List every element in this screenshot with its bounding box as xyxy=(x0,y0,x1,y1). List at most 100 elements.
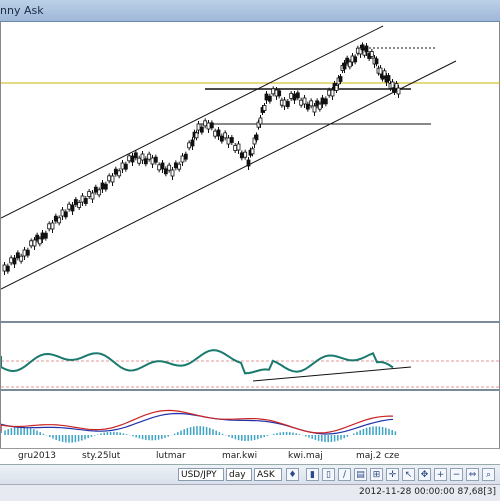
candle-body xyxy=(239,152,244,159)
candle-body xyxy=(100,182,105,190)
candle-body xyxy=(236,143,241,151)
candle-body xyxy=(117,170,122,177)
candle-body xyxy=(167,164,172,171)
candle-body xyxy=(15,252,20,259)
xaxis-label: maj.2 cze xyxy=(356,451,400,461)
candle-body xyxy=(299,99,304,106)
candle-body xyxy=(70,204,75,212)
candle-body xyxy=(103,183,108,190)
panel-separator[interactable] xyxy=(0,321,500,323)
candle-body xyxy=(213,130,218,137)
candle-body xyxy=(262,105,267,111)
candle-body xyxy=(320,97,325,105)
pan-icon[interactable]: ✥ xyxy=(418,468,431,481)
candle-body xyxy=(289,93,294,99)
fit-icon[interactable]: ⇔ xyxy=(466,468,479,481)
candle-body xyxy=(90,192,95,200)
candle-body xyxy=(137,157,142,164)
candle-body xyxy=(285,101,290,107)
candle-body xyxy=(67,203,72,210)
line-icon[interactable]: ∕ xyxy=(338,468,351,481)
candle-body xyxy=(40,232,45,240)
zoom-in-icon[interactable]: + xyxy=(434,468,447,481)
candle-body xyxy=(160,162,165,170)
candle-body xyxy=(258,117,263,125)
candle-body xyxy=(229,137,234,143)
crosshair-icon[interactable]: ✛ xyxy=(386,468,399,481)
candle-body xyxy=(77,202,82,208)
candle-body xyxy=(170,169,175,177)
zoom-icon[interactable]: ⊞ xyxy=(370,468,383,481)
candle-body xyxy=(43,232,48,239)
candle-body xyxy=(163,168,168,175)
candle-body xyxy=(173,162,178,169)
candle-body xyxy=(254,134,259,141)
panel-separator[interactable] xyxy=(0,389,500,391)
bar-icon[interactable]: ▮ xyxy=(306,468,319,481)
candle-body xyxy=(390,81,395,89)
symbol-select[interactable]: USD/JPY xyxy=(178,468,224,481)
candle-body xyxy=(80,195,85,203)
chart-toolbar: USD/JPY day ASK ♦ ▮ ▯ ∕ ▤ ⊞ ✛ ↖ ✥ + − ⇔ … xyxy=(0,464,500,485)
candle-body xyxy=(32,239,37,247)
candle-body xyxy=(22,249,27,257)
candle-body xyxy=(364,45,369,53)
candle-body xyxy=(250,148,255,155)
candle-body xyxy=(110,175,115,183)
candle-body xyxy=(302,97,307,105)
zoom-out-icon[interactable]: − xyxy=(450,468,463,481)
rsi-trend-line xyxy=(252,366,412,382)
price-chart[interactable] xyxy=(0,21,500,467)
candle-body xyxy=(271,88,276,95)
candle-body xyxy=(83,198,88,204)
candle-body xyxy=(60,209,65,217)
candle-body xyxy=(327,89,332,96)
channel-upper-line xyxy=(0,25,384,219)
candle-body xyxy=(347,61,352,68)
candle-body xyxy=(187,142,192,149)
chart-area[interactable] xyxy=(0,21,500,467)
candle-body xyxy=(127,155,132,162)
candle-body xyxy=(147,153,152,160)
xaxis-label: lutmar xyxy=(156,451,186,461)
candle-body xyxy=(233,145,238,151)
price-type-select[interactable]: ASK xyxy=(254,468,282,481)
xaxis-label: sty.25lut xyxy=(82,451,121,461)
candle-body xyxy=(2,264,7,272)
arrow-icon[interactable]: ↖ xyxy=(402,468,415,481)
candle-body xyxy=(87,191,92,197)
candle-body xyxy=(374,58,379,65)
candle-body xyxy=(226,137,231,145)
candle-icon[interactable]: ▯ xyxy=(322,468,335,481)
candle-body xyxy=(5,265,10,272)
pin-icon[interactable]: ♦ xyxy=(286,468,299,481)
candle-body xyxy=(295,92,300,99)
candle-body xyxy=(338,76,343,82)
candle-body xyxy=(107,175,112,182)
candle-body xyxy=(123,163,128,170)
candle-body xyxy=(282,99,287,107)
candle-body xyxy=(330,89,335,97)
candle-body xyxy=(190,139,195,147)
status-bar: 2012-11-28 00:00:00 87,68[3] xyxy=(0,484,500,501)
candle-body xyxy=(177,163,182,170)
candle-body xyxy=(12,257,17,265)
candle-body xyxy=(243,151,248,158)
candle-body xyxy=(309,100,314,107)
candle-body xyxy=(157,164,162,171)
timeframe-select[interactable]: day xyxy=(226,468,252,481)
candle-body xyxy=(317,103,322,110)
candle-body xyxy=(53,215,58,222)
candle-body xyxy=(360,44,365,51)
xaxis-label: gru2013 xyxy=(18,451,57,461)
candle-body xyxy=(386,75,391,81)
candle-body xyxy=(305,103,310,110)
time-axis: gru2013 sty.25lut lutmar mar.kwi kwi.maj… xyxy=(0,448,500,465)
period-icon[interactable]: ⌕ xyxy=(482,468,495,481)
candle-body xyxy=(133,152,138,159)
chart-icon[interactable]: ▤ xyxy=(354,468,367,481)
candle-body xyxy=(153,156,158,163)
candle-body xyxy=(246,159,251,167)
channel-lower-line xyxy=(0,60,457,290)
candle-body xyxy=(180,155,185,163)
